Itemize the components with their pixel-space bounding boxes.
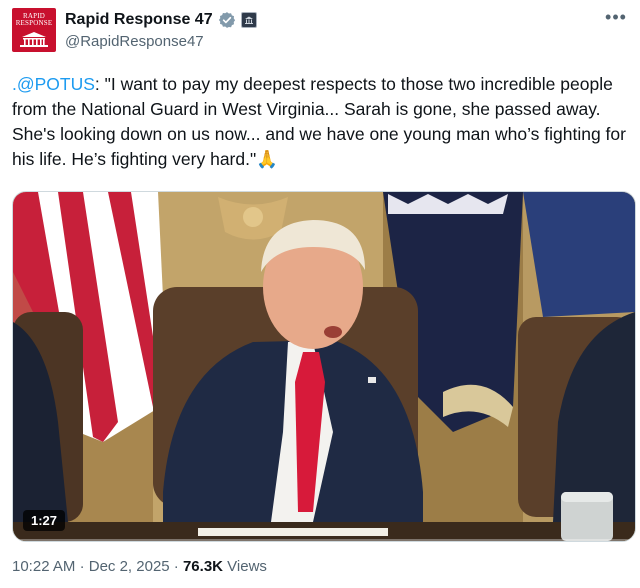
affiliate-badge-icon[interactable] [240,12,257,28]
post-date[interactable]: Dec 2, 2025 [89,558,170,575]
tweet-meta: 10:22 AM · Dec 2, 2025 · 76.3K Views [12,558,267,575]
post-time[interactable]: 10:22 AM [12,558,75,575]
views-count: 76.3K [182,558,223,575]
account-handle[interactable]: @RapidResponse47 [65,33,257,50]
verified-badge-icon[interactable] [218,11,236,29]
video-thumbnail [13,192,635,541]
video-player[interactable]: 1:27 [12,191,636,542]
avatar[interactable]: RAPID RESPONSE [12,8,56,52]
video-duration: 1:27 [23,510,66,531]
more-options-icon[interactable]: ••• [604,8,628,32]
meta-separator: · [173,558,179,575]
views-label: Views [227,558,267,575]
tweet-text: .@POTUS: "I want to pay my deepest respe… [12,72,628,172]
white-house-icon [20,32,48,47]
mention-link[interactable]: .@POTUS [12,74,95,94]
display-name[interactable]: Rapid Response 47 [65,11,213,29]
display-name-row: Rapid Response 47 [65,10,257,30]
tweet-header: RAPID RESPONSE Rapid Response 47 @RapidR… [12,8,628,56]
tweet-body: : "I want to pay my deepest respects to … [12,74,626,169]
avatar-logo-text: RAPID RESPONSE [15,12,53,27]
meta-separator: · [79,558,85,575]
praying-hands-emoji: 🙏 [256,149,278,169]
account-name-block: Rapid Response 47 @RapidResponse47 [65,10,257,50]
